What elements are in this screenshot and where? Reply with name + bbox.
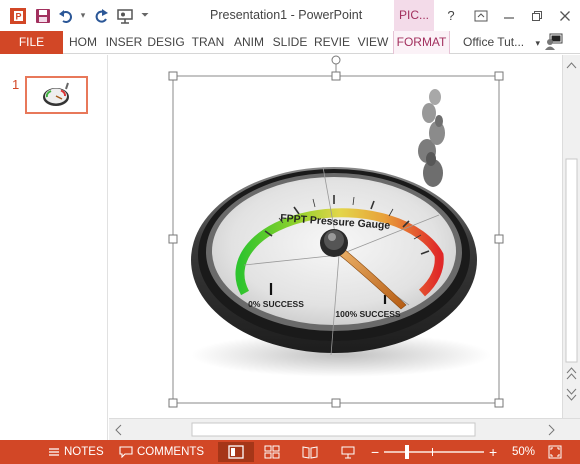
- ribbon-tabs: FILE HOM INSER DESIG TRAN ANIM SLIDE REV…: [0, 31, 580, 54]
- comments-icon: [119, 446, 133, 458]
- status-bar: NOTES COMMENTS − + 50%: [0, 440, 580, 464]
- ribbon-display-icon: [474, 10, 488, 21]
- zoom-slider-thumb[interactable]: [405, 445, 409, 459]
- tab-format[interactable]: FORMAT: [393, 31, 450, 54]
- close-button[interactable]: [550, 0, 580, 31]
- zoom-slider-center-mark: [432, 448, 433, 456]
- gauge-thumbnail-icon: [42, 82, 69, 106]
- account-dropdown-icon: ▾: [535, 38, 541, 48]
- zoom-out-button[interactable]: −: [371, 440, 379, 464]
- tab-animations[interactable]: ANIM: [230, 31, 268, 54]
- scroll-up-icon[interactable]: [566, 62, 577, 69]
- svg-text:P: P: [16, 11, 22, 21]
- tab-slide-show[interactable]: SLIDE: [270, 31, 310, 54]
- notes-icon: [49, 448, 59, 456]
- notes-label: NOTES: [64, 446, 104, 458]
- tab-view[interactable]: VIEW: [354, 31, 392, 54]
- scroll-left-icon[interactable]: [115, 424, 122, 436]
- reading-view-icon: [302, 446, 318, 459]
- gauge-picture[interactable]: FPPT Pressure Gauge 0% SUCCESS 100% SUCC…: [109, 55, 562, 418]
- slide-editor[interactable]: FPPT Pressure Gauge 0% SUCCESS 100% SUCC…: [109, 55, 562, 418]
- previous-slide-icon[interactable]: [566, 367, 577, 380]
- help-button[interactable]: ?: [436, 0, 466, 31]
- fit-slide-button[interactable]: [548, 440, 562, 464]
- title-bar: P ▾ ⏷ Presentation1 - PowerPoint PIC... …: [0, 0, 580, 31]
- slide-sorter-view-button[interactable]: [254, 442, 290, 462]
- notes-button[interactable]: NOTES: [48, 440, 104, 464]
- horizontal-scrollbar[interactable]: [109, 418, 580, 440]
- slide-thumbnail[interactable]: [25, 76, 88, 114]
- save-icon[interactable]: [30, 0, 56, 31]
- tab-design[interactable]: DESIG: [146, 31, 186, 54]
- tab-home[interactable]: HOM: [64, 31, 102, 54]
- zoom-level[interactable]: 50%: [512, 440, 535, 464]
- fit-to-window-icon: [548, 445, 562, 459]
- next-slide-icon[interactable]: [566, 388, 577, 401]
- tab-insert[interactable]: INSER: [104, 31, 144, 54]
- rotate-handle[interactable]: [331, 55, 341, 65]
- customize-qat-icon[interactable]: ⏷: [138, 0, 152, 31]
- slide-show-icon: [341, 446, 355, 459]
- reading-view-button[interactable]: [292, 442, 328, 462]
- restore-button[interactable]: [522, 0, 552, 31]
- account-label: Office Tut...: [463, 35, 525, 49]
- ribbon-display-options-button[interactable]: [466, 0, 496, 31]
- picture-tools-context-tab[interactable]: PIC...: [394, 0, 434, 31]
- undo-icon[interactable]: [56, 0, 76, 31]
- tab-file[interactable]: FILE: [0, 31, 63, 54]
- normal-view-icon: [228, 445, 244, 459]
- horizontal-scroll-thumb[interactable]: [191, 422, 476, 437]
- scroll-right-icon[interactable]: [548, 424, 555, 436]
- quick-access-toolbar: P ▾ ⏷: [6, 0, 152, 31]
- user-avatar-icon: [545, 33, 563, 50]
- powerpoint-logo-icon[interactable]: P: [6, 0, 30, 31]
- undo-dropdown-icon[interactable]: ▾: [76, 0, 90, 31]
- zoom-slider[interactable]: [384, 445, 484, 459]
- account-name[interactable]: Office Tut... ▾: [463, 31, 540, 54]
- close-icon: [560, 10, 570, 21]
- gauge-label-right: 100% SUCCESS: [335, 309, 401, 319]
- tab-review[interactable]: REVIE: [312, 31, 352, 54]
- slide-show-button[interactable]: [330, 442, 366, 462]
- tab-transitions[interactable]: TRAN: [188, 31, 228, 54]
- vertical-scrollbar[interactable]: [562, 55, 580, 418]
- redo-icon[interactable]: [90, 0, 112, 31]
- minimize-button[interactable]: [494, 0, 524, 31]
- vertical-scroll-thumb[interactable]: [565, 158, 578, 363]
- gauge-label-left: 0% SUCCESS: [248, 299, 304, 309]
- slides-pane: 1: [0, 55, 108, 440]
- minimize-icon: [504, 16, 514, 19]
- restore-icon: [532, 10, 542, 21]
- window-title: Presentation1 - PowerPoint: [210, 8, 363, 22]
- slide-sorter-icon: [264, 445, 280, 459]
- normal-view-button[interactable]: [218, 442, 254, 462]
- comments-button[interactable]: COMMENTS: [119, 440, 204, 464]
- zoom-in-button[interactable]: +: [489, 440, 497, 464]
- present-icon[interactable]: [112, 0, 138, 31]
- slide-number: 1: [12, 77, 20, 92]
- slide-canvas[interactable]: FPPT Pressure Gauge 0% SUCCESS 100% SUCC…: [109, 55, 562, 418]
- comments-label: COMMENTS: [137, 446, 205, 458]
- smoke-plume: [418, 89, 445, 187]
- user-avatar[interactable]: [544, 33, 566, 52]
